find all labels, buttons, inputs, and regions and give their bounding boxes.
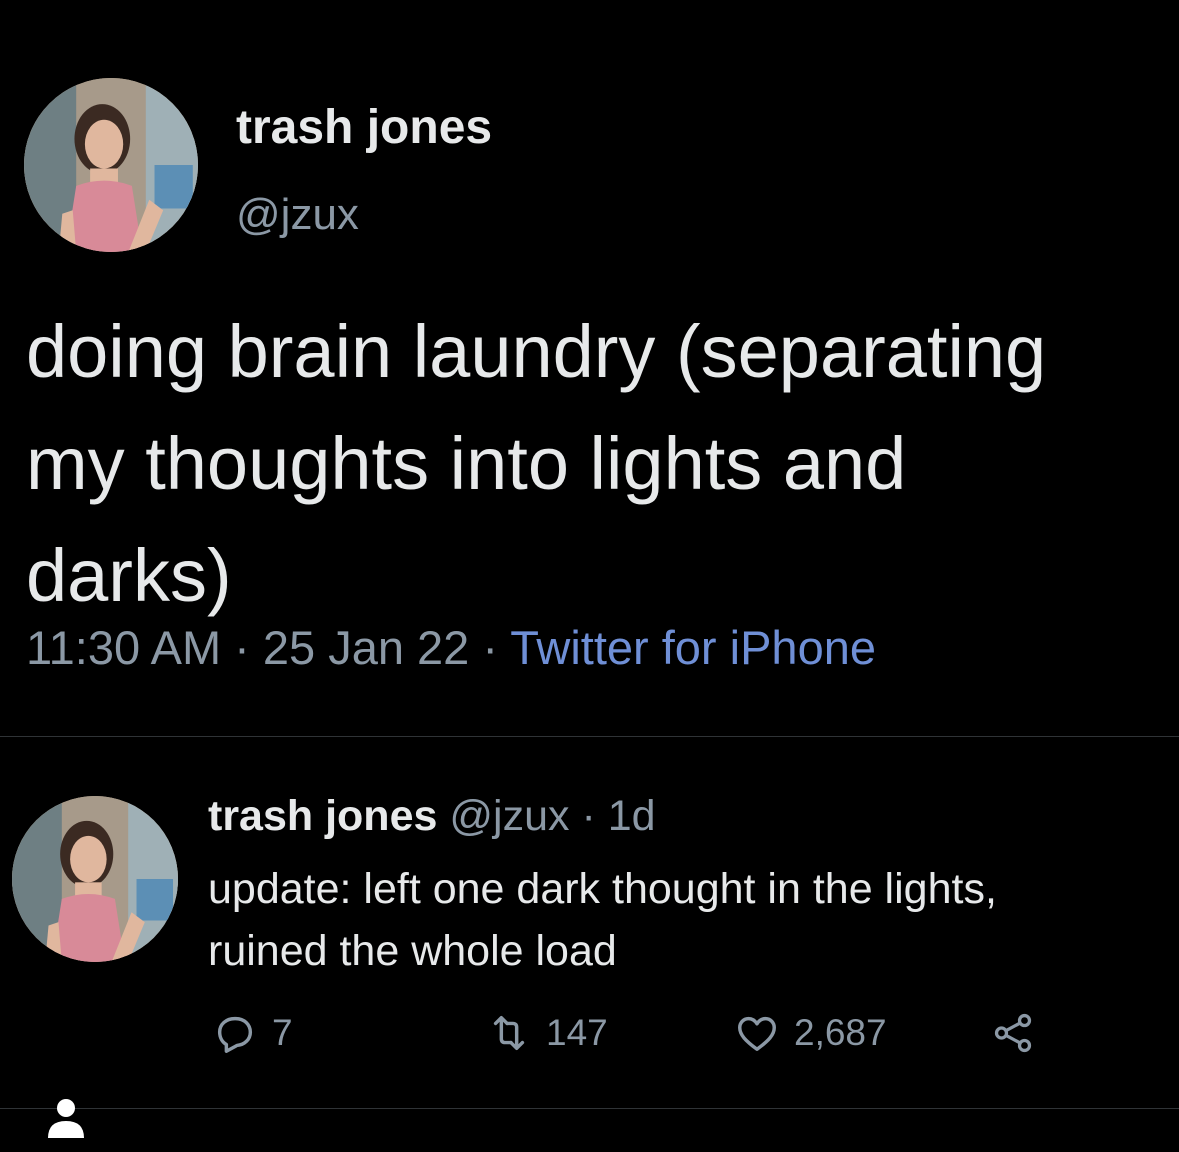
divider <box>0 736 1179 737</box>
like-button[interactable]: 2,687 <box>734 1010 887 1056</box>
meta-separator: · <box>482 621 499 674</box>
tweet-time[interactable]: 11:30 AM <box>26 621 221 674</box>
retweet-count: 147 <box>546 1012 608 1053</box>
reply-header: trash jones @jzux · 1d <box>208 792 656 841</box>
tweet-date[interactable]: 25 Jan 22 <box>263 621 469 674</box>
author-name[interactable]: trash jones <box>236 100 492 155</box>
reply-author-name[interactable]: trash jones <box>208 792 437 840</box>
person-icon[interactable] <box>46 1096 86 1140</box>
share-button[interactable] <box>990 1010 1050 1056</box>
tweet-source-link[interactable]: Twitter for iPhone <box>510 621 876 674</box>
reply-action-bar: 7 147 2,687 <box>0 1010 1179 1060</box>
share-icon <box>994 1013 1032 1053</box>
reply-text: update: left one dark thought in the lig… <box>208 858 997 982</box>
tweet-text-line: my thoughts into lights and <box>26 422 907 505</box>
retweet-icon <box>493 1015 525 1051</box>
heart-icon <box>738 1016 776 1052</box>
reply-text-line: ruined the whole load <box>208 927 617 975</box>
meta-separator: · <box>234 621 250 674</box>
retweet-button[interactable]: 147 <box>486 1010 608 1056</box>
reply-text-line: update: left one dark thought in the lig… <box>208 865 997 913</box>
reply-author-avatar[interactable] <box>12 796 178 962</box>
reply-button[interactable]: 7 <box>212 1010 293 1056</box>
like-count: 2,687 <box>794 1012 887 1053</box>
tweet-text-line: doing brain laundry (separating <box>26 310 1047 393</box>
meta-separator: · <box>581 792 596 840</box>
tweet-text-line: darks) <box>26 534 232 617</box>
author-avatar[interactable] <box>24 78 198 252</box>
tweet-text: doing brain laundry (separating my thoug… <box>26 296 1179 632</box>
reply-count: 7 <box>272 1012 293 1053</box>
author-handle[interactable]: @jzux <box>236 190 359 240</box>
reply-author-handle[interactable]: @jzux <box>449 792 569 840</box>
divider <box>0 1108 1179 1109</box>
comment-icon <box>217 1016 253 1053</box>
tweet-metadata: 11:30 AM · 25 Jan 22 · Twitter for iPhon… <box>26 620 876 675</box>
reply-time[interactable]: 1d <box>608 792 656 840</box>
